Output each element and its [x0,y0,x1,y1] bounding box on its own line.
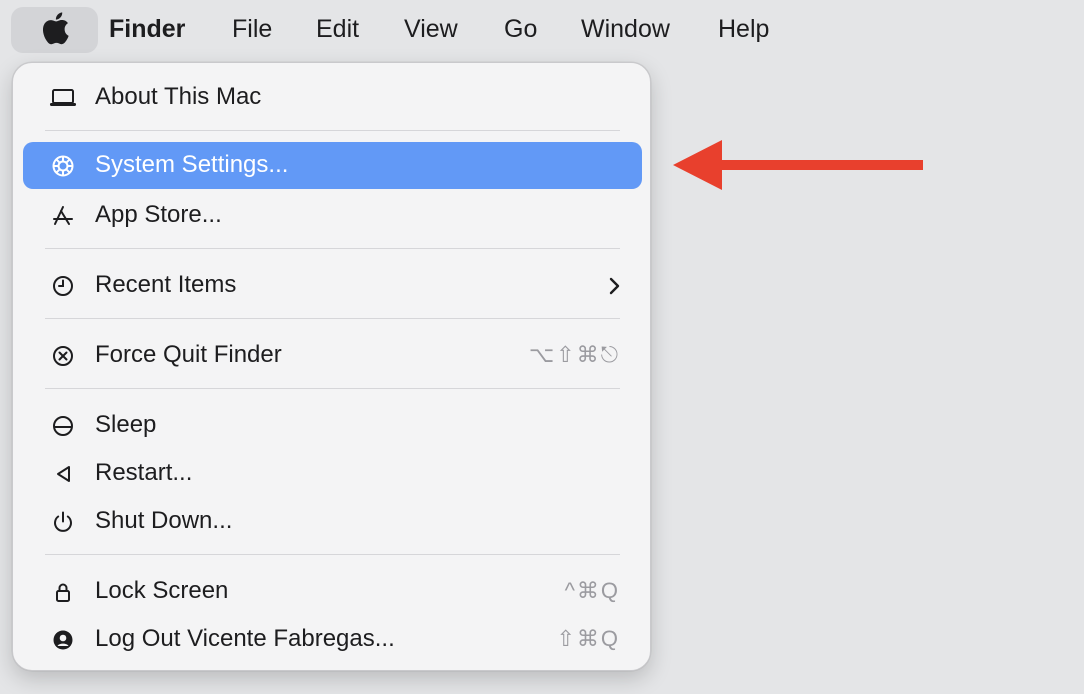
menu-separator [45,554,620,555]
menu-item-label: Recent Items [95,271,237,298]
menubar-file[interactable]: File [232,13,272,45]
apple-menu-dropdown: About This Mac System Settings... App St… [12,62,651,671]
menu-item-label: Lock Screen [95,577,229,604]
power-icon [49,508,77,536]
menu-item-app-store[interactable]: App Store... [23,192,642,239]
menu-item-label: Restart... [95,459,193,486]
menu-item-lock-screen[interactable]: Lock Screen ^⌘Q [23,568,642,615]
menu-separator [45,318,620,319]
menubar-finder[interactable]: Finder [109,13,185,45]
menu-item-label: System Settings... [95,151,289,178]
clock-icon [49,272,77,300]
menubar-edit[interactable]: Edit [316,13,359,45]
menu-item-label: Log Out Vicente Fabregas... [95,625,395,652]
user-icon [49,626,77,654]
menubar-go[interactable]: Go [504,13,537,45]
menu-item-label: App Store... [95,201,222,228]
menu-item-label: Force Quit Finder [95,341,282,368]
apple-menu-button[interactable] [11,7,98,53]
keyboard-shortcut: ⌥⇧⌘⎋ [528,342,620,367]
lock-icon [49,578,77,606]
apple-logo-icon [40,11,70,50]
menu-item-about-this-mac[interactable]: About This Mac [23,74,642,121]
keyboard-shortcut: ^⌘Q [564,578,620,603]
menu-item-sleep[interactable]: Sleep [23,402,642,449]
gear-icon [49,152,77,180]
menubar-view[interactable]: View [404,13,458,45]
menu-bar: Finder File Edit View Go Window Help [0,0,1084,58]
restart-icon [49,460,77,488]
force-quit-icon [49,342,77,370]
menu-separator [45,130,620,131]
app-store-icon [49,202,77,230]
menu-item-label: About This Mac [95,83,262,110]
menu-item-force-quit[interactable]: Force Quit Finder ⌥⇧⌘⎋ [23,332,642,379]
menu-item-log-out[interactable]: Log Out Vicente Fabregas... ⇧⌘Q [23,616,642,663]
menu-item-restart[interactable]: Restart... [23,450,642,497]
menu-item-system-settings[interactable]: System Settings... [23,142,642,189]
menu-item-recent-items[interactable]: Recent Items [23,262,642,309]
sleep-icon [49,412,77,440]
menu-item-label: Shut Down... [95,507,233,534]
laptop-icon [49,84,77,112]
menu-separator [45,388,620,389]
menu-separator [45,248,620,249]
menubar-window[interactable]: Window [581,13,670,45]
chevron-right-icon [606,274,622,298]
red-arrow-annotation [668,138,928,192]
menubar-help[interactable]: Help [718,13,769,45]
menu-item-label: Sleep [95,411,157,438]
keyboard-shortcut: ⇧⌘Q [556,626,620,651]
menu-item-shut-down[interactable]: Shut Down... [23,498,642,545]
